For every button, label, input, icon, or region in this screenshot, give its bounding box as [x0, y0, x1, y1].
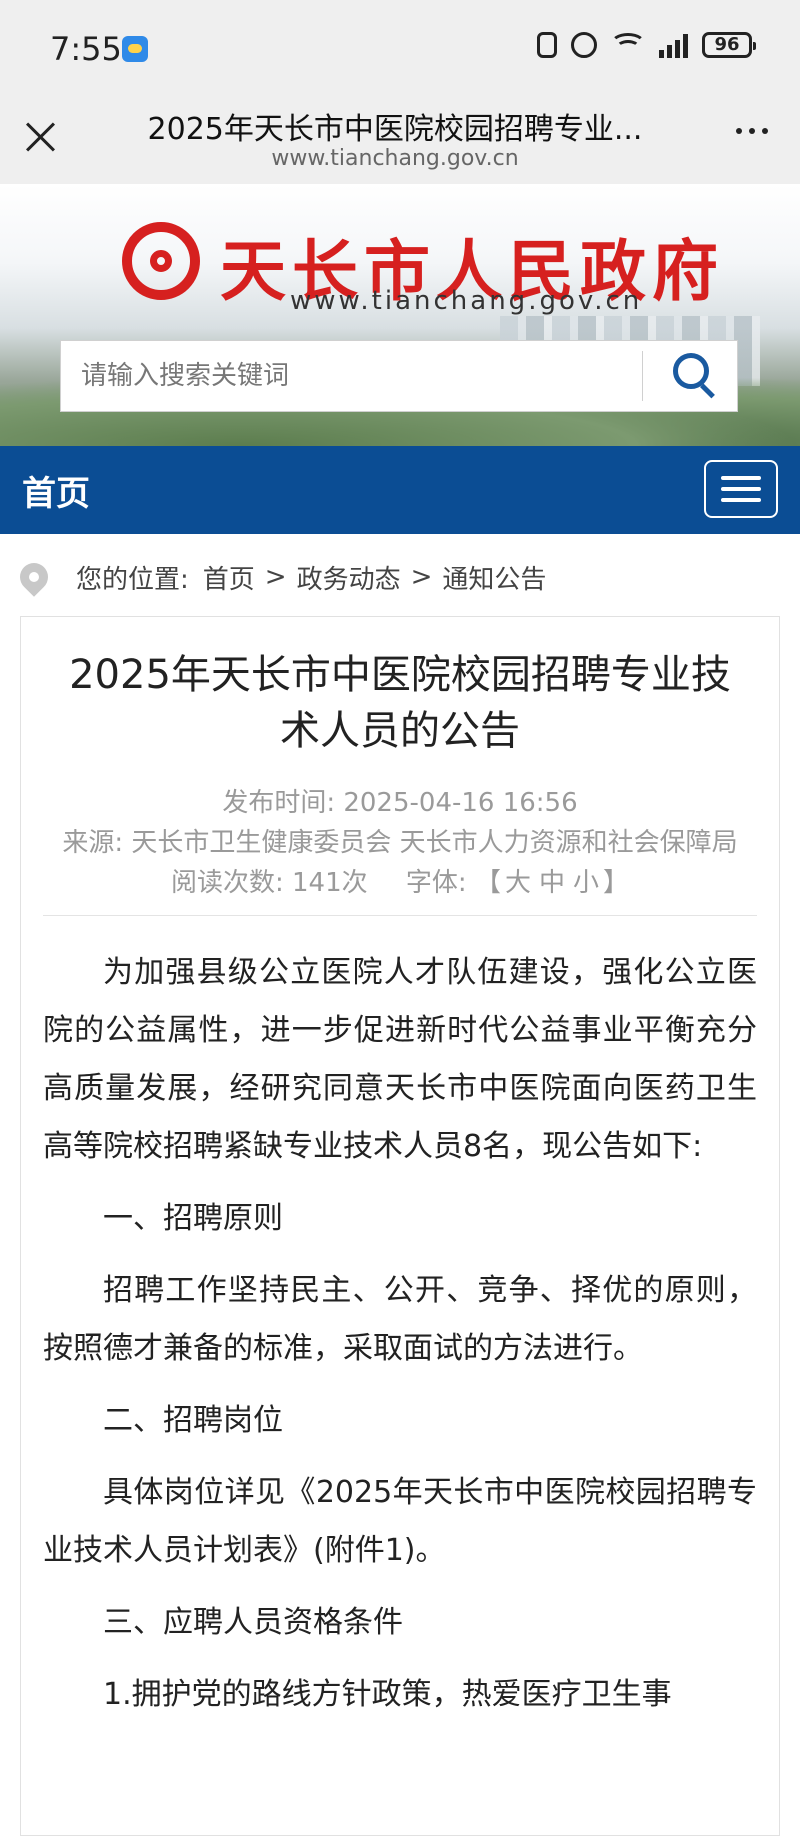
paragraph: 1.拥护党的路线方针政策，热爱医疗卫生事 [103, 1677, 672, 1712]
font-small-link[interactable]: 小 [573, 868, 599, 898]
article-title: 2025年天长市中医院校园招聘专业技术人员的公告 [69, 652, 731, 754]
publish-time: 发布时间: 2025-04-16 16:56 [222, 788, 578, 818]
breadcrumb-item-notices[interactable]: 通知公告 [442, 559, 546, 596]
breadcrumb-separator: > [264, 562, 287, 592]
status-bar: 7:55 96 [0, 0, 800, 100]
hamburger-menu-icon [721, 476, 761, 502]
browser-bar: 2025年天长市中医院校园招聘专业... www.tianchang.gov.c… [0, 100, 800, 184]
weather-icon [122, 36, 148, 62]
logo-emblem-icon [122, 222, 200, 300]
section-heading: 三、应聘人员资格条件 [103, 1605, 403, 1640]
paragraph: 招聘工作坚持民主、公开、竞争、择优的原则，按照德才兼备的标准，采取面试的方法进行… [43, 1273, 757, 1366]
breadcrumb-item-home[interactable]: 首页 [203, 559, 255, 596]
wifi-icon [610, 33, 646, 57]
search-input[interactable] [61, 341, 641, 411]
article-stats: 阅读次数: 141次 字体: 【大中小】 [21, 863, 779, 903]
nav-bar: 首页 [0, 446, 800, 534]
font-medium-link[interactable]: 中 [539, 868, 565, 898]
font-bracket-close: 】 [603, 868, 630, 898]
breadcrumb-item-news[interactable]: 政务动态 [297, 559, 401, 596]
font-size-controls: 字体: 【大中小】 [406, 868, 629, 898]
close-icon[interactable] [22, 118, 60, 156]
battery-icon: 96 [702, 32, 756, 58]
search-button[interactable] [651, 341, 737, 411]
font-large-link[interactable]: 大 [505, 868, 531, 898]
read-count: 阅读次数: 141次 [170, 868, 368, 898]
section-heading: 一、招聘原则 [103, 1201, 283, 1236]
paragraph: 具体岗位详见《2025年天长市中医院校园招聘专业技术人员计划表》(附件1)。 [43, 1475, 757, 1568]
search-divider [642, 351, 643, 401]
breadcrumb: 您的位置: 首页 > 政务动态 > 通知公告 [20, 554, 546, 600]
section-heading: 二、招聘岗位 [103, 1403, 283, 1438]
article-source: 来源: 天长市卫生健康委员会 天长市人力资源和社会保障局 [62, 828, 738, 858]
signal-icon [659, 32, 688, 58]
status-icons: 96 [537, 32, 756, 58]
status-time: 7:55 [50, 30, 122, 68]
font-bracket-open: 【 [474, 868, 501, 898]
search-box [60, 340, 738, 412]
more-options-icon[interactable] [736, 128, 768, 134]
search-icon [673, 353, 717, 397]
browser-title: 2025年天长市中医院校园招聘专业... [147, 112, 643, 147]
article-card: 2025年天长市中医院校园招聘专业技术人员的公告 发布时间: 2025-04-1… [20, 616, 780, 1836]
browser-url: www.tianchang.gov.cn [271, 146, 519, 171]
location-pin-icon [20, 563, 48, 591]
breadcrumb-label: 您的位置: [76, 564, 189, 595]
breadcrumb-separator: > [410, 562, 433, 592]
font-size-label: 字体: [405, 868, 467, 898]
alarm-icon [571, 32, 597, 58]
nfc-icon [537, 32, 557, 58]
paragraph: 为加强县级公立医院人才队伍建设，强化公立医院的公益属性，进一步促进新时代公益事业… [43, 955, 757, 1164]
nav-home-link[interactable]: 首页 [22, 466, 90, 515]
site-domain: www.tianchang.gov.cn [290, 286, 643, 316]
menu-button[interactable] [704, 460, 778, 518]
article-body: 为加强县级公立医院人才队伍建设，强化公立医院的公益属性，进一步促进新时代公益事业… [21, 916, 779, 1724]
